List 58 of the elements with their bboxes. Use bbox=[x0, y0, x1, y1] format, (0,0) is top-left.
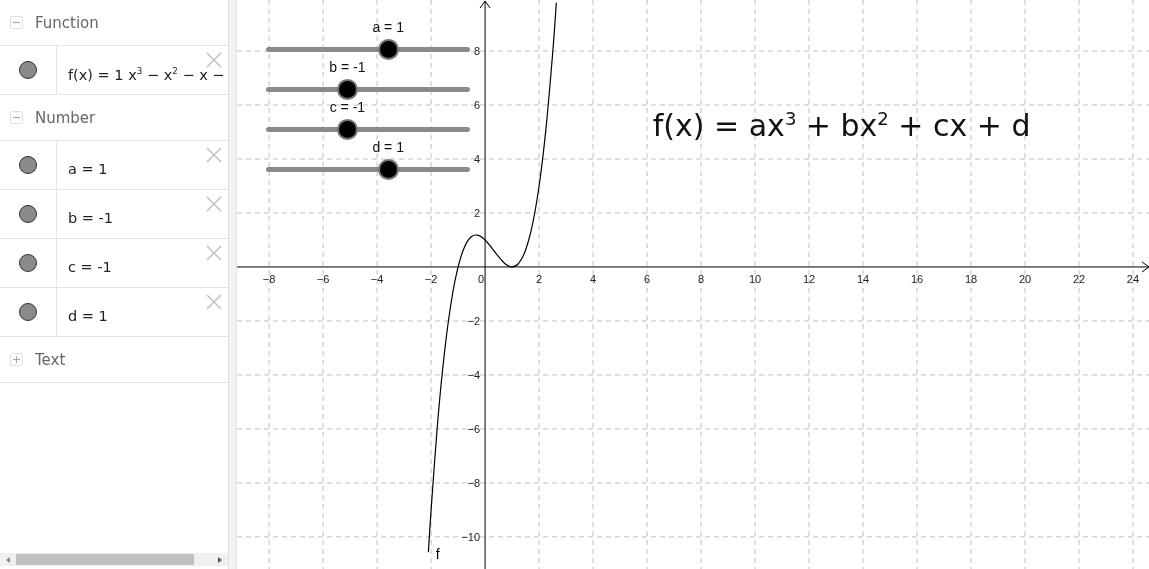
algebra-entry[interactable]: b = -1 bbox=[57, 202, 114, 226]
axis-label: 22 bbox=[1072, 272, 1085, 285]
algebra-entry[interactable]: d = 1 bbox=[57, 300, 108, 324]
axis-label: 18 bbox=[964, 272, 977, 285]
axis-label: 20 bbox=[1018, 272, 1031, 285]
axis-label: −6 bbox=[467, 422, 480, 435]
axis-label: 6 bbox=[473, 99, 480, 111]
visibility-toggle[interactable] bbox=[19, 156, 37, 174]
visibility-toggle[interactable] bbox=[19, 61, 37, 79]
category-heading: Number bbox=[35, 108, 96, 127]
horizontal-scrollbar[interactable] bbox=[0, 553, 228, 566]
axis-label: 0 bbox=[477, 272, 484, 285]
axis-label: −8 bbox=[262, 272, 276, 285]
algebra-entry[interactable]: a = 1 bbox=[57, 153, 108, 177]
algebra-row[interactable]: f(x) = 1 x$^{3}$ − x$^{2}$ − x − bbox=[0, 46, 228, 95]
formula-text: f(x) = ax$^{3}$ + bx$^{2}$ + cx + d bbox=[652, 108, 1031, 143]
axis-label: −6 bbox=[316, 272, 330, 285]
axis-label: 10 bbox=[748, 272, 761, 285]
slider-label: b = -1 bbox=[329, 59, 366, 75]
slider-thumb[interactable] bbox=[380, 41, 398, 58]
slider-thumb[interactable] bbox=[339, 81, 357, 98]
axis-label: 8 bbox=[473, 45, 480, 57]
axis-label: −10 bbox=[461, 530, 480, 543]
axis-label: −4 bbox=[467, 368, 480, 381]
axis-label: 12 bbox=[802, 272, 815, 285]
visibility-toggle[interactable] bbox=[19, 254, 37, 272]
axis-label: 4 bbox=[589, 272, 596, 285]
axis-label: 14 bbox=[856, 272, 869, 285]
axis-label: −2 bbox=[424, 272, 438, 285]
axis-label: 6 bbox=[643, 272, 650, 285]
algebra-entry[interactable]: c = -1 bbox=[57, 251, 112, 275]
axis-label: 24 bbox=[1126, 272, 1139, 285]
category-heading: Text bbox=[35, 350, 66, 369]
right-arrow-icon[interactable] bbox=[215, 555, 224, 564]
algebra-row[interactable]: a = 1 bbox=[0, 141, 228, 190]
axis-label: 8 bbox=[697, 272, 704, 285]
axis-label: 4 bbox=[473, 153, 480, 165]
algebra-row[interactable]: c = -1 bbox=[0, 239, 228, 288]
algebra-entry[interactable]: f(x) = 1 x$^{3}$ − x$^{2}$ − x − bbox=[57, 57, 225, 83]
axis-label: 16 bbox=[910, 272, 923, 285]
algebra-row[interactable]: d = 1 bbox=[0, 288, 228, 337]
slider-label: a = 1 bbox=[372, 19, 404, 35]
curve-label: f bbox=[435, 546, 440, 562]
scrollbar-thumb[interactable] bbox=[16, 554, 194, 565]
axis-label: 2 bbox=[535, 272, 542, 285]
slider-label: d = 1 bbox=[372, 139, 404, 155]
axis-label: 2 bbox=[473, 206, 480, 219]
axis-label: −2 bbox=[467, 314, 480, 327]
axis-label: −8 bbox=[467, 476, 480, 489]
visibility-toggle[interactable] bbox=[19, 303, 37, 321]
algebra-row[interactable]: b = -1 bbox=[0, 190, 228, 239]
visibility-toggle[interactable] bbox=[19, 205, 37, 223]
slider-label: c = -1 bbox=[329, 99, 366, 115]
slider-thumb[interactable] bbox=[380, 161, 398, 178]
category-heading: Function bbox=[35, 13, 99, 32]
slider-thumb[interactable] bbox=[339, 121, 357, 138]
left-arrow-icon[interactable] bbox=[4, 555, 12, 564]
axis-label: −4 bbox=[370, 272, 384, 285]
